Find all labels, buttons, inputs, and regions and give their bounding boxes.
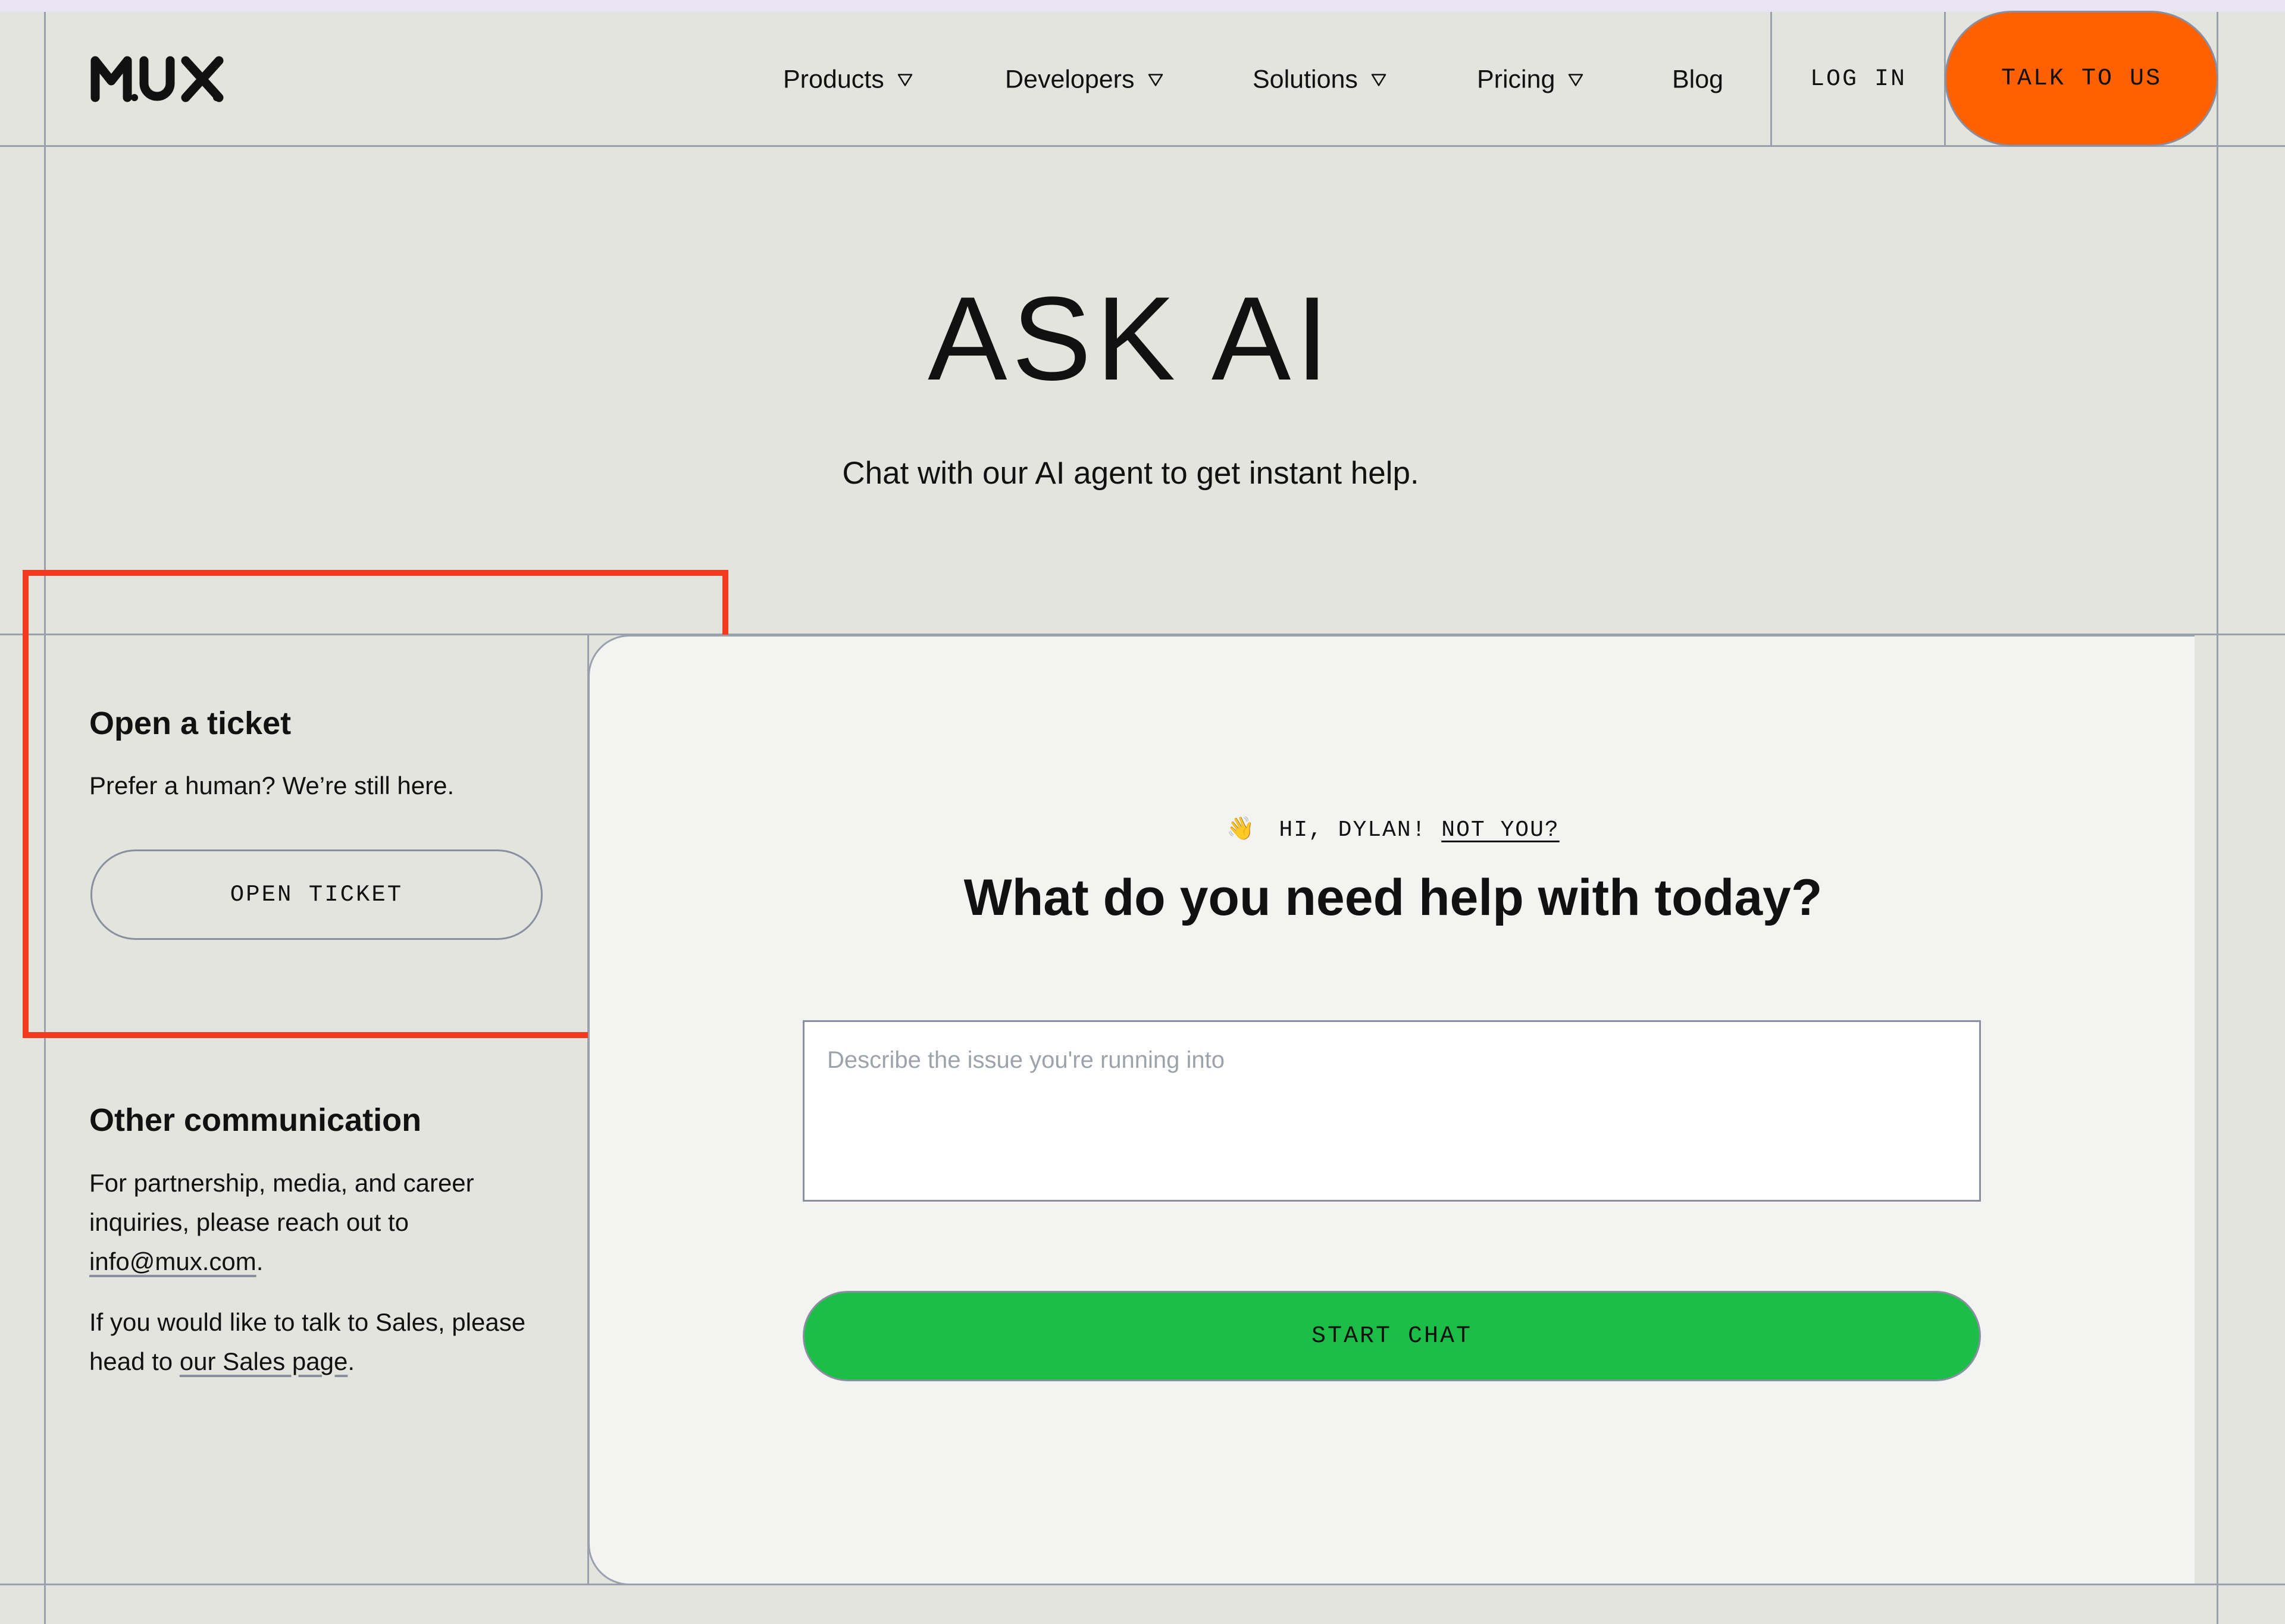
nav-blog[interactable]: Blog bbox=[1672, 65, 1723, 95]
sales-text: If you would like to talk to Sales, plea… bbox=[89, 1303, 565, 1381]
greeting: 👋 HI, DYLAN! NOT YOU? bbox=[590, 815, 2196, 843]
other-communication-text: For partnership, media, and career inqui… bbox=[89, 1164, 565, 1281]
issue-input[interactable] bbox=[803, 1020, 1981, 1202]
chevron-down-icon bbox=[1569, 73, 1583, 86]
chat-heading: What do you need help with today? bbox=[963, 869, 1823, 926]
partnership-text: For partnership, media, and career inqui… bbox=[89, 1169, 474, 1236]
wave-icon: 👋 bbox=[1226, 815, 1256, 841]
start-chat-button[interactable]: START CHAT bbox=[803, 1291, 1981, 1381]
login-label: LOG IN bbox=[1810, 65, 1907, 93]
nav-solutions[interactable]: Solutions bbox=[1253, 65, 1386, 95]
page-subtitle: Chat with our AI agent to get instant he… bbox=[842, 456, 1419, 491]
sales-page-link[interactable]: our Sales page bbox=[180, 1347, 348, 1375]
chevron-down-icon bbox=[1371, 73, 1386, 86]
greeting-text: HI, DYLAN! bbox=[1279, 817, 1427, 843]
browser-top-strip bbox=[0, 0, 2285, 12]
email-link[interactable]: info@mux.com bbox=[89, 1247, 256, 1275]
sales-text-end: . bbox=[348, 1347, 355, 1375]
chat-card: 👋 HI, DYLAN! NOT YOU? What do you need h… bbox=[588, 635, 2195, 1585]
mux-logo[interactable] bbox=[89, 55, 226, 102]
talk-to-us-label: TALK TO US bbox=[2001, 65, 2162, 92]
nav-developers[interactable]: Developers bbox=[1005, 65, 1163, 95]
chevron-down-icon bbox=[897, 73, 912, 86]
nav-pricing[interactable]: Pricing bbox=[1477, 65, 1583, 95]
partnership-text-end: . bbox=[256, 1247, 264, 1275]
nav-solutions-label: Solutions bbox=[1253, 65, 1358, 94]
mux-logo-icon bbox=[90, 56, 224, 102]
start-chat-label: START CHAT bbox=[1311, 1322, 1473, 1350]
nav-pricing-label: Pricing bbox=[1477, 65, 1555, 94]
grid-line-right bbox=[2217, 12, 2218, 1624]
not-you-link[interactable]: NOT YOU? bbox=[1441, 817, 1559, 843]
nav-products-label: Products bbox=[783, 65, 884, 94]
nav-blog-label: Blog bbox=[1672, 65, 1724, 94]
other-communication-heading: Other communication bbox=[89, 1102, 422, 1138]
talk-to-us-button[interactable]: TALK TO US bbox=[1945, 11, 2218, 146]
page: Products Developers Solutions Pricing Bl… bbox=[0, 0, 2285, 1624]
nav-developers-label: Developers bbox=[1005, 65, 1135, 94]
chevron-down-icon bbox=[1148, 73, 1163, 86]
nav-products[interactable]: Products bbox=[783, 65, 913, 95]
page-title: ASK AI bbox=[928, 272, 1334, 405]
login-button[interactable]: LOG IN bbox=[1771, 12, 1945, 146]
